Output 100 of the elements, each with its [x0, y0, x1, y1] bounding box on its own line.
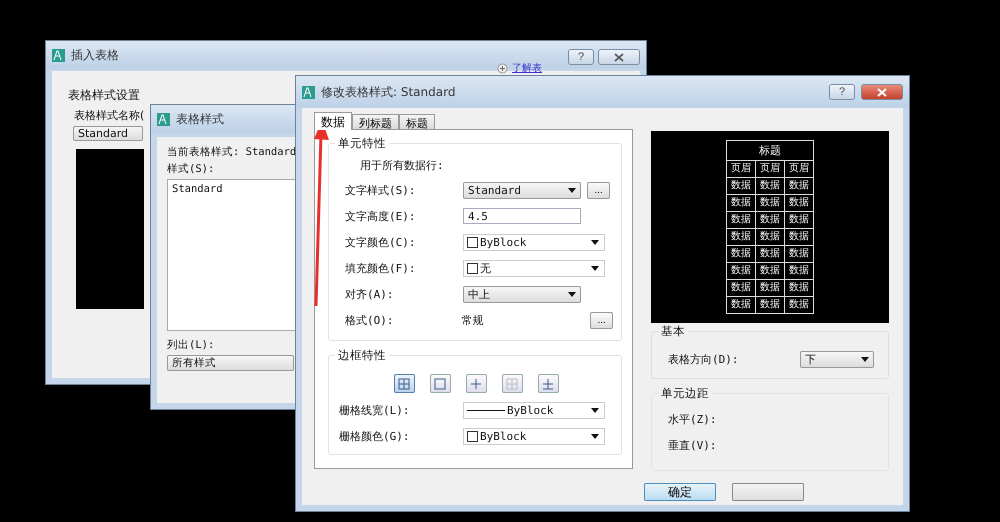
lineweight-dropdown[interactable]: ByBlock — [463, 402, 605, 418]
preview-cell: 数据 — [784, 212, 814, 228]
field-label: 样式(S): — [167, 162, 216, 176]
field-label: 水平(Z): — [668, 412, 718, 426]
group-title: 边框特性 — [335, 348, 389, 363]
dropdown[interactable]: 中上 — [463, 286, 581, 302]
more-button[interactable]: ... — [587, 182, 610, 198]
preview-cell: 数据 — [726, 296, 756, 314]
preview-cell: 数据 — [784, 262, 814, 280]
preview-cell: 数据 — [726, 194, 756, 212]
list-item[interactable]: Standard — [172, 183, 296, 195]
preview-cell: 数据 — [784, 296, 814, 314]
format-value: 常规 — [462, 312, 485, 328]
tab[interactable]: 列标题 — [352, 114, 399, 129]
preview-cell: 数据 — [726, 246, 756, 262]
border-button[interactable] — [430, 374, 450, 393]
help-button[interactable]: ? — [568, 49, 594, 65]
color-swatch-icon — [467, 262, 478, 274]
preview-cell: 数据 — [726, 280, 756, 296]
close-button[interactable] — [598, 49, 640, 65]
close-icon — [877, 88, 887, 96]
window-title: 插入表格 — [71, 46, 119, 64]
border-style-icon — [398, 378, 410, 390]
preview-cell: 数据 — [756, 296, 784, 314]
window-title: 修改表格样式: Standard — [321, 84, 456, 100]
group-title: 单元特性 — [335, 136, 389, 151]
preview-cell: 页眉 — [726, 160, 756, 178]
border-style-icon — [470, 378, 482, 390]
preview-cell: 数据 — [726, 212, 756, 228]
group-title: 单元边距 — [658, 386, 712, 401]
ok-button[interactable]: 确定 — [644, 483, 716, 501]
preview-cell: 数据 — [756, 280, 784, 296]
current-style-label: 当前表格样式: Standard — [167, 145, 298, 159]
border-button[interactable] — [394, 374, 414, 393]
color-dropdown[interactable]: ByBlock — [463, 234, 605, 250]
style-dropdown[interactable]: Standard — [73, 126, 143, 141]
caret-icon — [591, 434, 599, 438]
color-dropdown[interactable]: ByBlock — [463, 428, 605, 444]
preview-cell: 数据 — [784, 246, 814, 262]
app-icon — [52, 48, 65, 62]
close-icon — [614, 52, 624, 62]
border-style-icon — [434, 378, 446, 390]
preview-cell: 页眉 — [784, 160, 814, 178]
caret-icon — [591, 240, 599, 244]
border-button[interactable] — [466, 374, 486, 393]
field-label: 文字样式(S): — [345, 182, 416, 198]
caret-icon — [861, 356, 869, 362]
input-field[interactable]: 4.5 — [463, 208, 581, 224]
preview-cell: 数据 — [756, 246, 784, 262]
app-icon — [302, 86, 315, 98]
caret-icon — [591, 408, 599, 412]
preview-cell: 数据 — [784, 228, 814, 246]
field-label: 表格方向(D): — [668, 352, 740, 366]
field-label: 表格样式名称( — [74, 108, 144, 123]
group-note: 用于所有数据行: — [360, 158, 445, 173]
border-button[interactable] — [538, 374, 558, 393]
border-style-icon — [506, 378, 518, 390]
field-label: 填充颜色(F): — [345, 260, 416, 276]
field-label: 栅格线宽(L): — [339, 402, 410, 418]
list-dropdown[interactable]: 所有样式 — [167, 355, 294, 371]
app-icon — [157, 112, 170, 126]
caret-icon — [568, 188, 576, 192]
direction-dropdown[interactable]: 下 — [800, 350, 874, 368]
caret-icon — [568, 292, 576, 296]
group-title: 基本 — [658, 324, 688, 339]
learn-link[interactable]: 了解表 — [512, 61, 542, 75]
preview-cell: 页眉 — [756, 160, 784, 178]
preview-cell: 数据 — [784, 194, 814, 212]
preview-cell: 数据 — [726, 178, 756, 194]
field-label: 格式(O): — [345, 312, 394, 328]
preview-cell: 数据 — [784, 178, 814, 194]
cancel-button[interactable] — [732, 483, 804, 501]
preview-cell: 数据 — [756, 228, 784, 246]
preview-cell: 数据 — [756, 212, 784, 228]
preview-cell: 数据 — [756, 178, 784, 194]
preview-cell: 数据 — [726, 262, 756, 280]
color-dropdown[interactable]: 无 — [463, 260, 605, 276]
more-button[interactable]: ... — [590, 312, 613, 328]
field-label: 文字颜色(C): — [345, 234, 416, 250]
preview-title: 标题 — [726, 140, 814, 160]
preview-cell: 数据 — [756, 194, 784, 212]
tab[interactable]: 数据 — [314, 112, 352, 130]
section-title: 表格样式设置 — [68, 87, 140, 104]
color-swatch-icon — [467, 236, 478, 248]
field-label: 对齐(A): — [345, 286, 394, 302]
field-label: 栅格颜色(G): — [339, 428, 410, 444]
preview-cell: 数据 — [756, 262, 784, 280]
border-style-icon — [542, 378, 554, 390]
caret-icon — [591, 266, 599, 270]
help-button[interactable]: ? — [829, 84, 855, 100]
color-swatch-icon — [467, 430, 478, 442]
tab[interactable]: 标题 — [399, 114, 435, 129]
preview-cell: 数据 — [726, 228, 756, 246]
window-title: 表格样式 — [176, 110, 224, 128]
field-label: 文字高度(E): — [345, 208, 416, 224]
field-label: 列出(L): — [167, 338, 216, 352]
preview-cell: 数据 — [784, 280, 814, 296]
dropdown[interactable]: Standard — [463, 182, 581, 198]
field-label: 垂直(V): — [668, 438, 718, 452]
close-button[interactable] — [861, 84, 903, 100]
